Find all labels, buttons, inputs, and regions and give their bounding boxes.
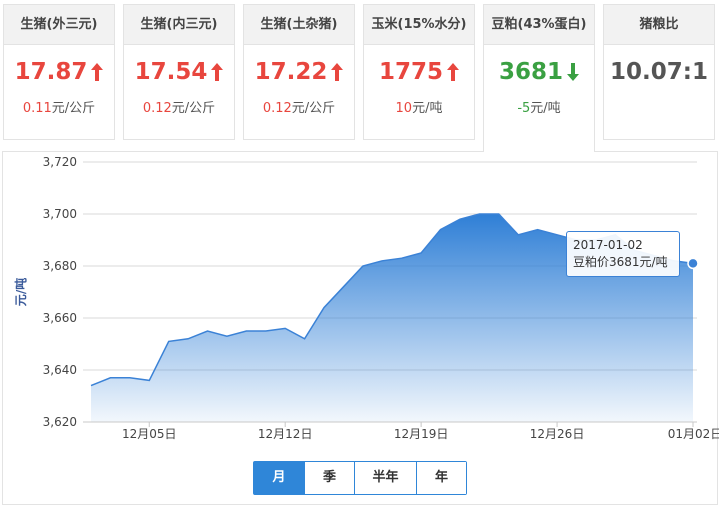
period-year-button[interactable]: 年 [416,462,466,494]
card-pig-outer[interactable]: 生猪(外三元) 17.87 0.11元/公斤 [3,4,115,140]
card-change-unit: 元/公斤 [291,101,336,116]
card-title: 玉米(15%水分) [364,5,474,45]
arrow-up-icon [447,63,459,81]
card-price: 17.54 [134,59,208,85]
card-title: 猪粮比 [604,5,714,45]
card-price: 10.07:1 [610,59,708,85]
x-tick-label: 12月05日 [122,427,177,441]
x-tick-label: 01月02日 [668,427,719,441]
card-title: 生猪(土杂猪) [244,5,354,45]
arrow-up-icon [91,63,104,81]
y-tick-label: 3,620 [43,415,77,429]
y-tick-label: 3,720 [43,155,77,169]
x-tick-label: 12月12日 [258,427,313,441]
card-title: 生猪(外三元) [4,5,114,45]
x-tick-label: 12月26日 [530,427,585,441]
period-selector: 月 季 半年 年 [253,461,467,495]
card-change-value: 10 [395,101,413,116]
card-change-unit: 元/吨 [530,101,561,116]
tooltip-value: 豆粕价3681元/吨 [573,255,668,269]
area-chart: 3,620 3,640 3,660 3,680 3,700 3,720 12月05日 12月1… [13,155,719,441]
card-pig-grain-ratio[interactable]: 猪粮比 10.07:1 [603,4,715,140]
y-tick-label: 3,640 [43,363,77,377]
card-price: 17.22 [254,59,328,85]
card-corn[interactable]: 玉米(15%水分) 1775 10元/吨 [363,4,475,140]
card-soymeal[interactable]: 豆粕(43%蛋白) 3681 -5元/吨 [483,4,595,152]
highlight-point[interactable] [687,257,699,270]
arrow-up-icon [331,63,344,81]
arrow-down-icon [567,63,579,81]
tooltip-date: 2017-01-02 [573,238,643,252]
card-change-value: 0.12 [262,101,292,116]
card-title: 生猪(内三元) [124,5,234,45]
period-half-year-button[interactable]: 半年 [354,462,416,494]
card-change-value: -5 [517,101,531,116]
card-price: 17.87 [14,59,88,85]
chart-tooltip: 2017-01-02 豆粕价3681元/吨 [566,231,680,277]
card-change-unit: 元/公斤 [171,101,216,116]
y-axis-label: 元/吨 [13,278,28,306]
card-change-unit: 元/吨 [412,101,443,116]
card-change-unit: 元/公斤 [51,101,96,116]
x-tick-label: 12月19日 [394,427,449,441]
card-change-value: 0.12 [142,101,172,116]
card-price: 1775 [378,59,443,85]
card-price: 3681 [498,59,563,85]
y-tick-label: 3,660 [43,311,77,325]
price-cards: 生猪(外三元) 17.87 0.11元/公斤 生猪(内三元) 17.54 0.1… [0,0,725,152]
period-quarter-button[interactable]: 季 [304,462,354,494]
y-tick-label: 3,680 [43,259,77,273]
card-pig-local[interactable]: 生猪(土杂猪) 17.22 0.12元/公斤 [243,4,355,140]
arrow-up-icon [211,63,224,81]
period-month-button[interactable]: 月 [254,462,304,494]
y-tick-label: 3,700 [43,207,77,221]
card-change-value: 0.11 [22,101,52,116]
card-pig-inner[interactable]: 生猪(内三元) 17.54 0.12元/公斤 [123,4,235,140]
price-chart: 3,620 3,640 3,660 3,680 3,700 3,720 12月05日 12月1… [2,151,719,505]
card-title: 豆粕(43%蛋白) [484,5,594,45]
